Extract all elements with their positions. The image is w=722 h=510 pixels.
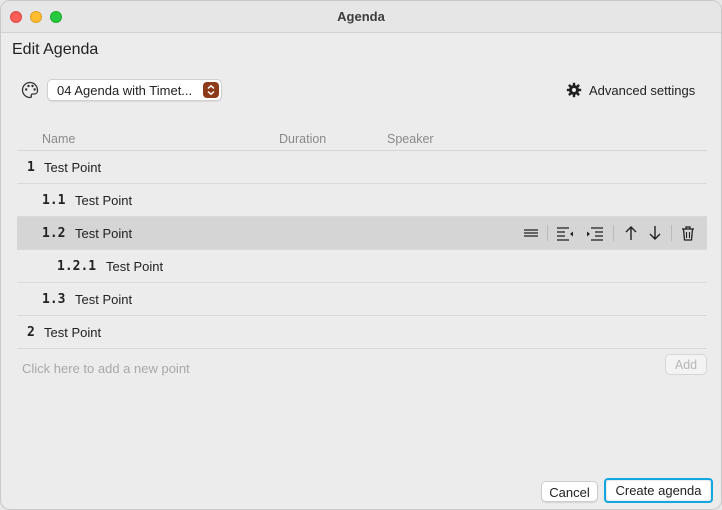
point-number: 1: [27, 160, 35, 175]
gear-icon: [566, 82, 582, 98]
point-number: 1.2: [42, 226, 66, 241]
outdent-icon[interactable]: [555, 223, 575, 243]
agenda-row[interactable]: 1.1 Test Point: [17, 184, 707, 217]
agenda-window: Agenda Edit Agenda 04 Agenda with Timet.…: [0, 0, 722, 510]
point-title[interactable]: Test Point: [75, 226, 132, 241]
create-agenda-button[interactable]: Create agenda: [604, 478, 713, 503]
agenda-row[interactable]: 1.2.1 Test Point: [17, 250, 707, 283]
create-agenda-label: Create agenda: [615, 483, 702, 498]
move-down-icon[interactable]: [645, 223, 665, 243]
toolbar-separator: [547, 225, 548, 241]
add-point-button[interactable]: Add: [665, 354, 707, 375]
point-title[interactable]: Test Point: [75, 292, 132, 307]
column-header-name[interactable]: Name: [42, 132, 75, 146]
add-point-label: Add: [674, 358, 698, 372]
toolbar-separator: [671, 225, 672, 241]
point-title[interactable]: Test Point: [106, 259, 163, 274]
window-title: Agenda: [337, 9, 385, 24]
point-title[interactable]: Test Point: [75, 193, 132, 208]
chevron-up-down-icon: [203, 82, 219, 98]
point-title[interactable]: Test Point: [44, 325, 101, 340]
template-select-value: 04 Agenda with Timet...: [57, 83, 193, 98]
move-up-icon[interactable]: [621, 223, 641, 243]
point-number: 1.3: [42, 292, 66, 307]
toolbar-separator: [613, 225, 614, 241]
column-header-speaker[interactable]: Speaker: [387, 132, 434, 146]
point-number: 1.2.1: [57, 259, 97, 274]
trash-icon[interactable]: [678, 223, 698, 243]
agenda-row-selected[interactable]: 1.2 Test Point: [17, 217, 707, 250]
point-title[interactable]: Test Point: [44, 160, 101, 175]
point-number: 2: [27, 325, 35, 340]
agenda-row[interactable]: 1.3 Test Point: [17, 283, 707, 316]
row-toolbar: [521, 223, 701, 243]
title-bar: Agenda: [1, 1, 721, 33]
column-header-duration[interactable]: Duration: [279, 132, 326, 146]
drag-handle-icon[interactable]: [521, 223, 541, 243]
agenda-row[interactable]: 1 Test Point: [17, 151, 707, 184]
indent-icon[interactable]: [585, 223, 605, 243]
template-select[interactable]: 04 Agenda with Timet...: [47, 79, 222, 101]
agenda-row[interactable]: 2 Test Point: [17, 316, 707, 349]
page-title: Edit Agenda: [12, 41, 99, 58]
new-point-input[interactable]: Click here to add a new point: [22, 361, 190, 376]
palette-icon: [21, 81, 39, 99]
cancel-label: Cancel: [549, 485, 590, 500]
cancel-button[interactable]: Cancel: [541, 481, 598, 502]
point-number: 1.1: [42, 193, 66, 208]
advanced-settings-label: Advanced settings: [589, 83, 696, 98]
